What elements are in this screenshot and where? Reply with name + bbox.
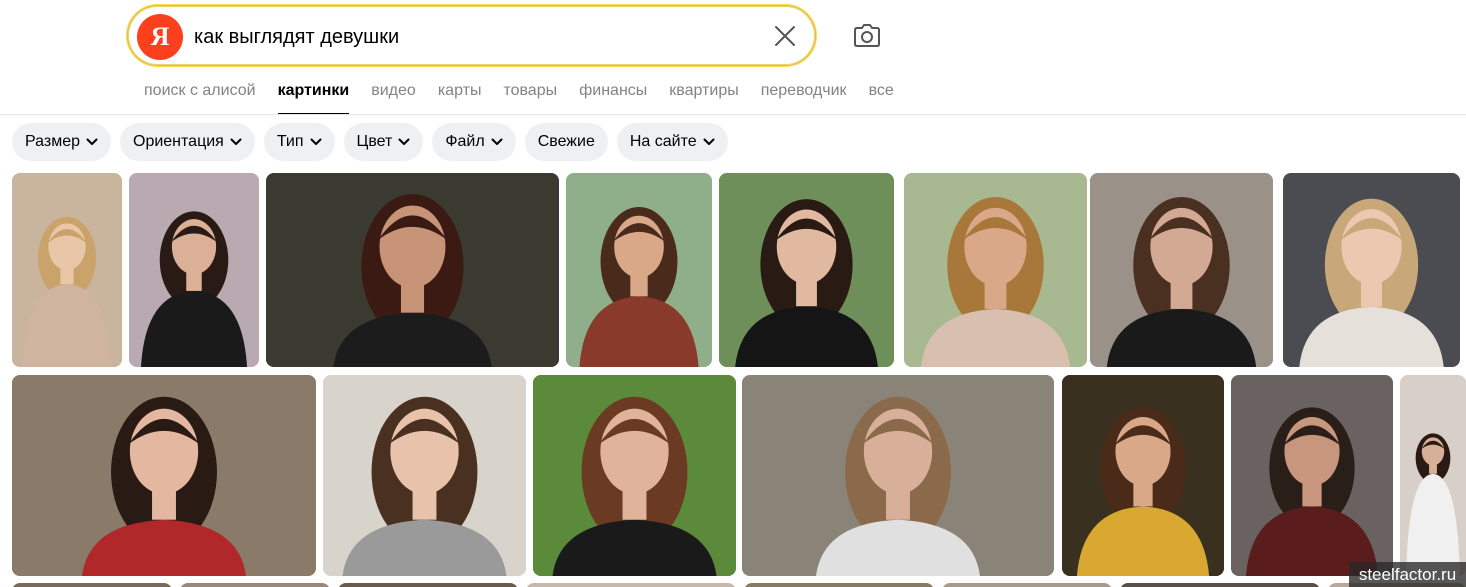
image-result-thumbnail[interactable] [1283, 173, 1460, 367]
image-result-thumbnail[interactable] [904, 173, 1087, 367]
image-result-thumbnail[interactable] [526, 583, 736, 587]
image-result-thumbnail[interactable] [12, 375, 316, 576]
image-result-thumbnail[interactable] [1400, 375, 1466, 576]
image-result-thumbnail[interactable] [1120, 583, 1320, 587]
watermark: steelfactor.ru [1349, 562, 1466, 587]
image-result-thumbnail[interactable] [533, 375, 736, 576]
image-result-thumbnail[interactable] [1090, 173, 1273, 367]
image-result-thumbnail[interactable] [1231, 375, 1393, 576]
image-result-thumbnail[interactable] [1062, 375, 1224, 576]
image-result-thumbnail[interactable] [12, 583, 172, 587]
image-result-thumbnail[interactable] [266, 173, 559, 367]
image-result-thumbnail[interactable] [566, 173, 712, 367]
image-result-thumbnail[interactable] [719, 173, 894, 367]
image-result-thumbnail[interactable] [180, 583, 330, 587]
image-result-thumbnail[interactable] [942, 583, 1112, 587]
image-result-thumbnail[interactable] [323, 375, 526, 576]
image-results-grid [0, 0, 1466, 587]
image-result-thumbnail[interactable] [129, 173, 259, 367]
image-result-thumbnail[interactable] [744, 583, 934, 587]
image-result-thumbnail[interactable] [338, 583, 518, 587]
image-result-thumbnail[interactable] [12, 173, 122, 367]
image-result-thumbnail[interactable] [742, 375, 1054, 576]
